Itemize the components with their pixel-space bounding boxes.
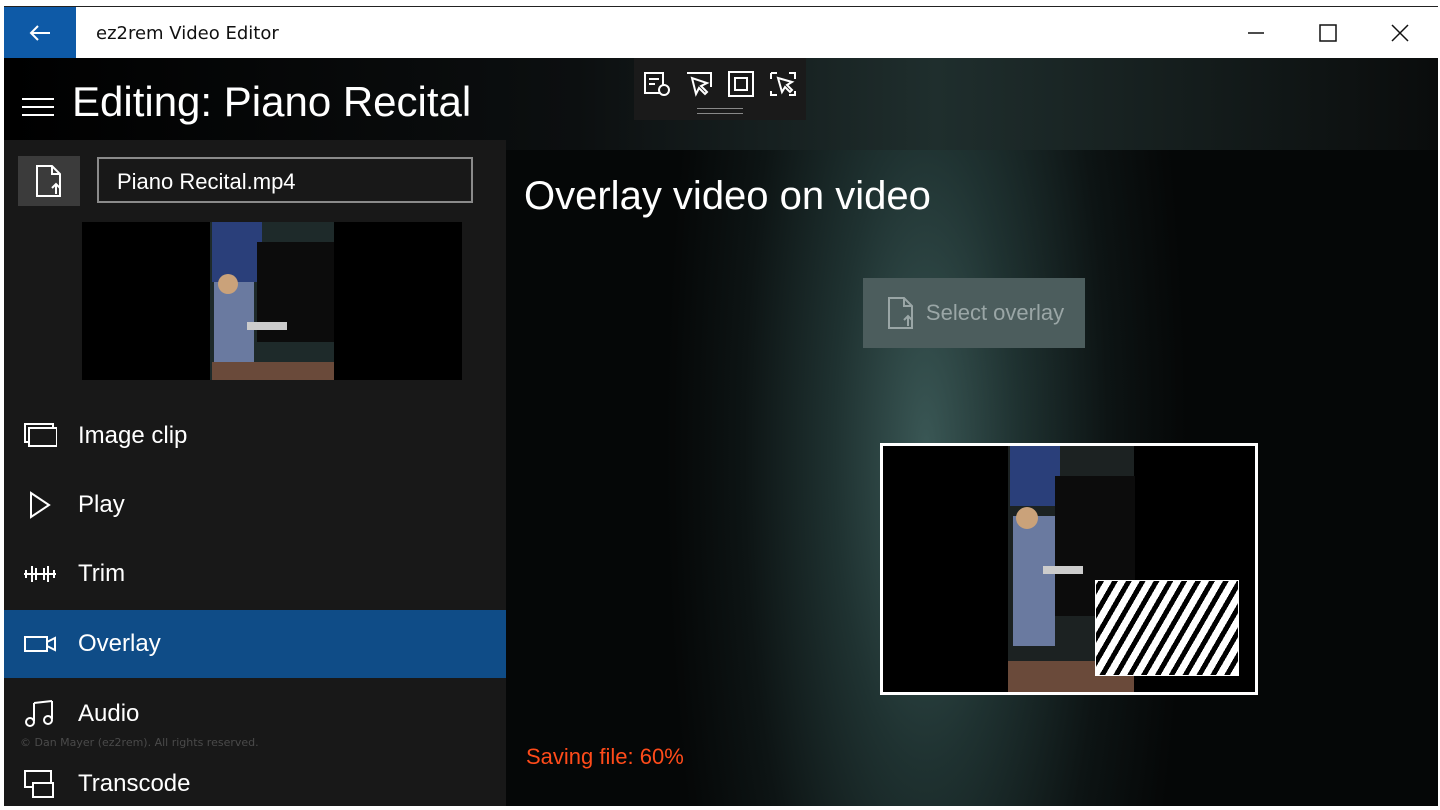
- nav-label: Audio: [78, 700, 140, 727]
- overlay-placeholder: [1095, 580, 1239, 676]
- nav-label: Overlay: [78, 630, 161, 657]
- music-note-icon: [20, 698, 60, 730]
- image-clip-icon: [20, 420, 60, 452]
- video-thumbnail: [82, 222, 462, 380]
- nav-item-play[interactable]: Play: [4, 471, 506, 539]
- nav-item-overlay[interactable]: Overlay: [4, 610, 506, 678]
- back-arrow-icon: [29, 25, 50, 41]
- select-overlay-label: Select overlay: [925, 300, 1065, 325]
- video-camera-icon: [20, 628, 60, 660]
- title-bar: ez2rem Video Editor: [4, 6, 1438, 59]
- file-name-field[interactable]: Piano Recital.mp4: [97, 157, 473, 203]
- saving-status: Saving file: 60%: [526, 744, 684, 769]
- file-upload-icon: [36, 165, 61, 197]
- content-title: Overlay video on video: [524, 174, 931, 218]
- nav-item-trim[interactable]: Trim: [4, 540, 506, 608]
- main-content: Overlay video on video Select overlay Sa…: [506, 150, 1438, 806]
- maximize-button[interactable]: [1292, 7, 1364, 59]
- minimize-button[interactable]: [1220, 7, 1292, 59]
- pointer-select-icon[interactable]: [684, 70, 714, 98]
- trim-icon: [20, 558, 60, 590]
- maximize-icon: [1319, 24, 1337, 42]
- open-file-button[interactable]: [18, 156, 80, 206]
- app-title: ez2rem Video Editor: [96, 23, 279, 44]
- play-icon: [20, 489, 60, 521]
- hamburger-menu-button[interactable]: [22, 98, 54, 120]
- select-element-icon[interactable]: [642, 70, 672, 98]
- nav-label: Play: [78, 491, 125, 518]
- close-button[interactable]: [1364, 7, 1436, 59]
- screen-select-icon[interactable]: [768, 70, 798, 98]
- select-overlay-button[interactable]: Select overlay: [863, 278, 1085, 348]
- toolbar-grip-handle[interactable]: [697, 108, 743, 114]
- bounding-box-icon[interactable]: [726, 70, 756, 98]
- file-upload-icon: [887, 297, 913, 329]
- nav-item-image-clip[interactable]: Image clip: [4, 402, 506, 470]
- back-button[interactable]: [4, 7, 76, 59]
- minimize-icon: [1248, 32, 1264, 34]
- overlay-preview: [880, 443, 1258, 695]
- page-title: Editing: Piano Recital: [72, 78, 472, 125]
- close-icon: [1391, 24, 1409, 42]
- nav-label: Image clip: [78, 422, 188, 449]
- nav-label: Trim: [78, 560, 126, 587]
- floating-toolbar: [634, 58, 806, 120]
- nav-label: Transcode: [78, 770, 191, 797]
- app-window: ez2rem Video Editor Editing: Piano Recit…: [4, 6, 1438, 806]
- left-pane: Piano Recital.mp4 Image clip Play Trim O…: [4, 140, 506, 806]
- copyright-text: © Dan Mayer (ez2rem). All rights reserve…: [20, 736, 259, 749]
- transcode-icon: [20, 768, 60, 800]
- nav-item-transcode[interactable]: Transcode: [4, 750, 506, 806]
